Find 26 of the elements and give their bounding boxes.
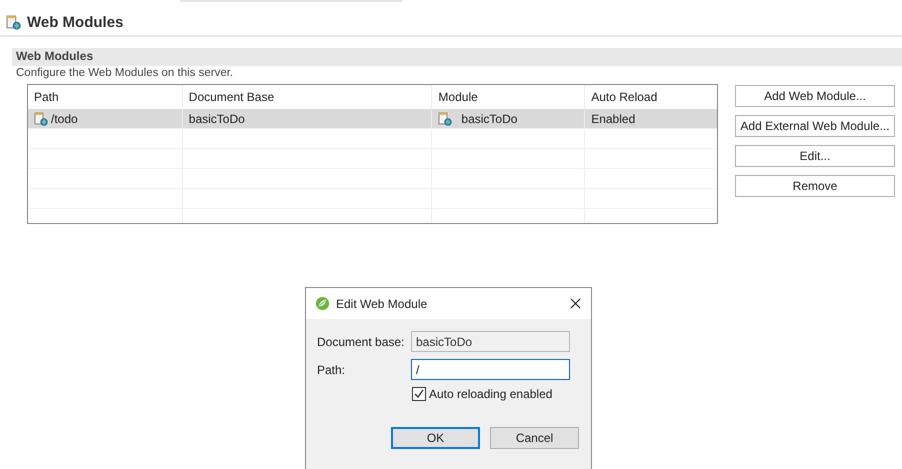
table-cell: basicToDo [461,112,518,126]
section-title: Web Modules [12,48,902,66]
table-cell: basicToDo [188,112,245,126]
action-button[interactable]: Edit... [735,145,895,167]
leaf-icon [315,296,330,311]
web-module-icon [6,15,21,30]
checkbox-label: Auto reloading enabled [429,387,552,401]
web-module-icon [34,112,48,126]
dialog-title: Edit Web Module [336,296,428,310]
close-icon[interactable] [570,298,581,309]
section-description: Configure the Web Modules on this server. [15,66,234,80]
table-cell: Enabled [591,112,636,126]
table-row[interactable]: /todo basicToDo basicToDo Enabled [28,109,717,129]
field-label: Document base: [317,334,406,348]
dialog-button[interactable]: OK [391,427,480,449]
dialog-button[interactable]: Cancel [490,427,579,449]
web-module-icon [438,112,452,126]
editor-title: Web Modules [27,14,124,31]
field-label: Path: [317,362,346,376]
action-button[interactable]: Add Web Module... [735,85,895,107]
input-field[interactable]: / [411,359,570,380]
column-header[interactable]: Auto Reload [585,85,717,109]
checkbox[interactable] [412,387,426,401]
action-button[interactable]: Add External Web Module... [735,115,895,137]
action-button[interactable]: Remove [735,175,895,197]
table-cell: /todo [51,112,78,126]
